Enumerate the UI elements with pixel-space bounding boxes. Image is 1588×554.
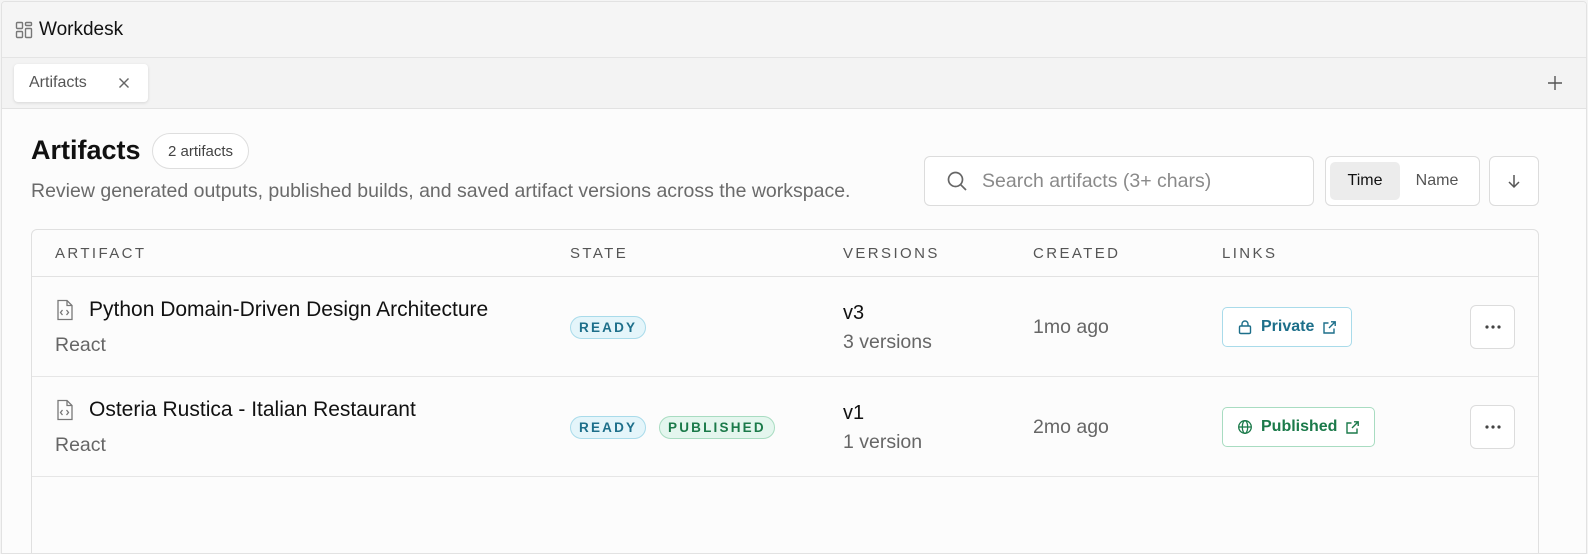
ellipsis-icon bbox=[1484, 425, 1501, 429]
search-icon bbox=[947, 171, 967, 191]
column-header-versions: VERSIONS bbox=[843, 245, 940, 262]
artifact-count-badge: 2 artifacts bbox=[152, 133, 250, 169]
private-link-button[interactable]: Private bbox=[1222, 307, 1353, 347]
page-subtitle: Review generated outputs, published buil… bbox=[31, 180, 851, 202]
lock-icon bbox=[1238, 320, 1252, 335]
artifact-framework: React bbox=[55, 334, 106, 356]
ellipsis-icon bbox=[1484, 325, 1501, 329]
more-actions-button[interactable] bbox=[1470, 305, 1515, 349]
external-link-icon bbox=[1346, 420, 1360, 434]
status-badge-ready: READY bbox=[570, 416, 647, 439]
plus-icon[interactable] bbox=[1546, 74, 1564, 92]
external-link-icon bbox=[1323, 320, 1337, 334]
column-header-links: LINKS bbox=[1222, 245, 1278, 262]
sort-time-button[interactable]: Time bbox=[1330, 162, 1400, 200]
tab-artifacts[interactable]: Artifacts bbox=[14, 64, 148, 102]
status-badge-ready: READY bbox=[570, 316, 647, 339]
column-header-created: CREATED bbox=[1033, 245, 1121, 262]
sort-name-button[interactable]: Name bbox=[1400, 162, 1474, 200]
code-file-icon bbox=[57, 399, 73, 421]
code-file-icon bbox=[57, 299, 73, 321]
artifacts-table: ARTIFACT STATE VERSIONS CREATED LINKS Py… bbox=[31, 229, 1539, 553]
tab-label: Artifacts bbox=[29, 74, 87, 91]
column-header-artifact: ARTIFACT bbox=[55, 245, 147, 262]
tab-bar: Artifacts bbox=[2, 58, 1586, 109]
page-title: Artifacts bbox=[31, 135, 141, 165]
title-bar: Workdesk bbox=[2, 2, 1586, 58]
table-row[interactable]: Python Domain-Driven Design Architecture… bbox=[32, 277, 1538, 377]
created-time: 2mo ago bbox=[1033, 416, 1109, 438]
artifact-framework: React bbox=[55, 434, 106, 456]
more-actions-button[interactable] bbox=[1470, 405, 1515, 449]
sort-direction-button[interactable] bbox=[1489, 156, 1539, 206]
table-row[interactable]: Osteria Rustica - Italian Restaurant Rea… bbox=[32, 377, 1538, 477]
search-input[interactable] bbox=[982, 169, 1313, 193]
created-time: 1mo ago bbox=[1033, 316, 1109, 338]
globe-icon bbox=[1238, 420, 1252, 434]
link-label: Published bbox=[1261, 418, 1338, 435]
search-box[interactable] bbox=[924, 156, 1314, 206]
artifact-name[interactable]: Osteria Rustica - Italian Restaurant bbox=[89, 398, 416, 422]
current-version: v3 bbox=[843, 302, 865, 324]
grid-icon bbox=[15, 21, 33, 38]
column-header-state: STATE bbox=[570, 245, 629, 262]
main-content: Artifacts 2 artifacts Review generated o… bbox=[2, 109, 1586, 553]
sort-toggle: Time Name bbox=[1325, 156, 1480, 206]
app-window: Workdesk Artifacts Artifacts 2 artifacts… bbox=[1, 1, 1587, 554]
artifact-name[interactable]: Python Domain-Driven Design Architecture bbox=[89, 298, 488, 322]
app-title: Workdesk bbox=[39, 18, 124, 40]
close-icon[interactable] bbox=[116, 75, 132, 91]
link-label: Private bbox=[1261, 318, 1315, 335]
current-version: v1 bbox=[843, 402, 865, 424]
version-count: 1 version bbox=[843, 431, 923, 453]
table-header: ARTIFACT STATE VERSIONS CREATED LINKS bbox=[32, 230, 1538, 277]
arrow-down-icon bbox=[1508, 175, 1520, 189]
published-link-button[interactable]: Published bbox=[1222, 407, 1376, 447]
version-count: 3 versions bbox=[843, 331, 932, 353]
status-badge-published: PUBLISHED bbox=[659, 416, 775, 439]
